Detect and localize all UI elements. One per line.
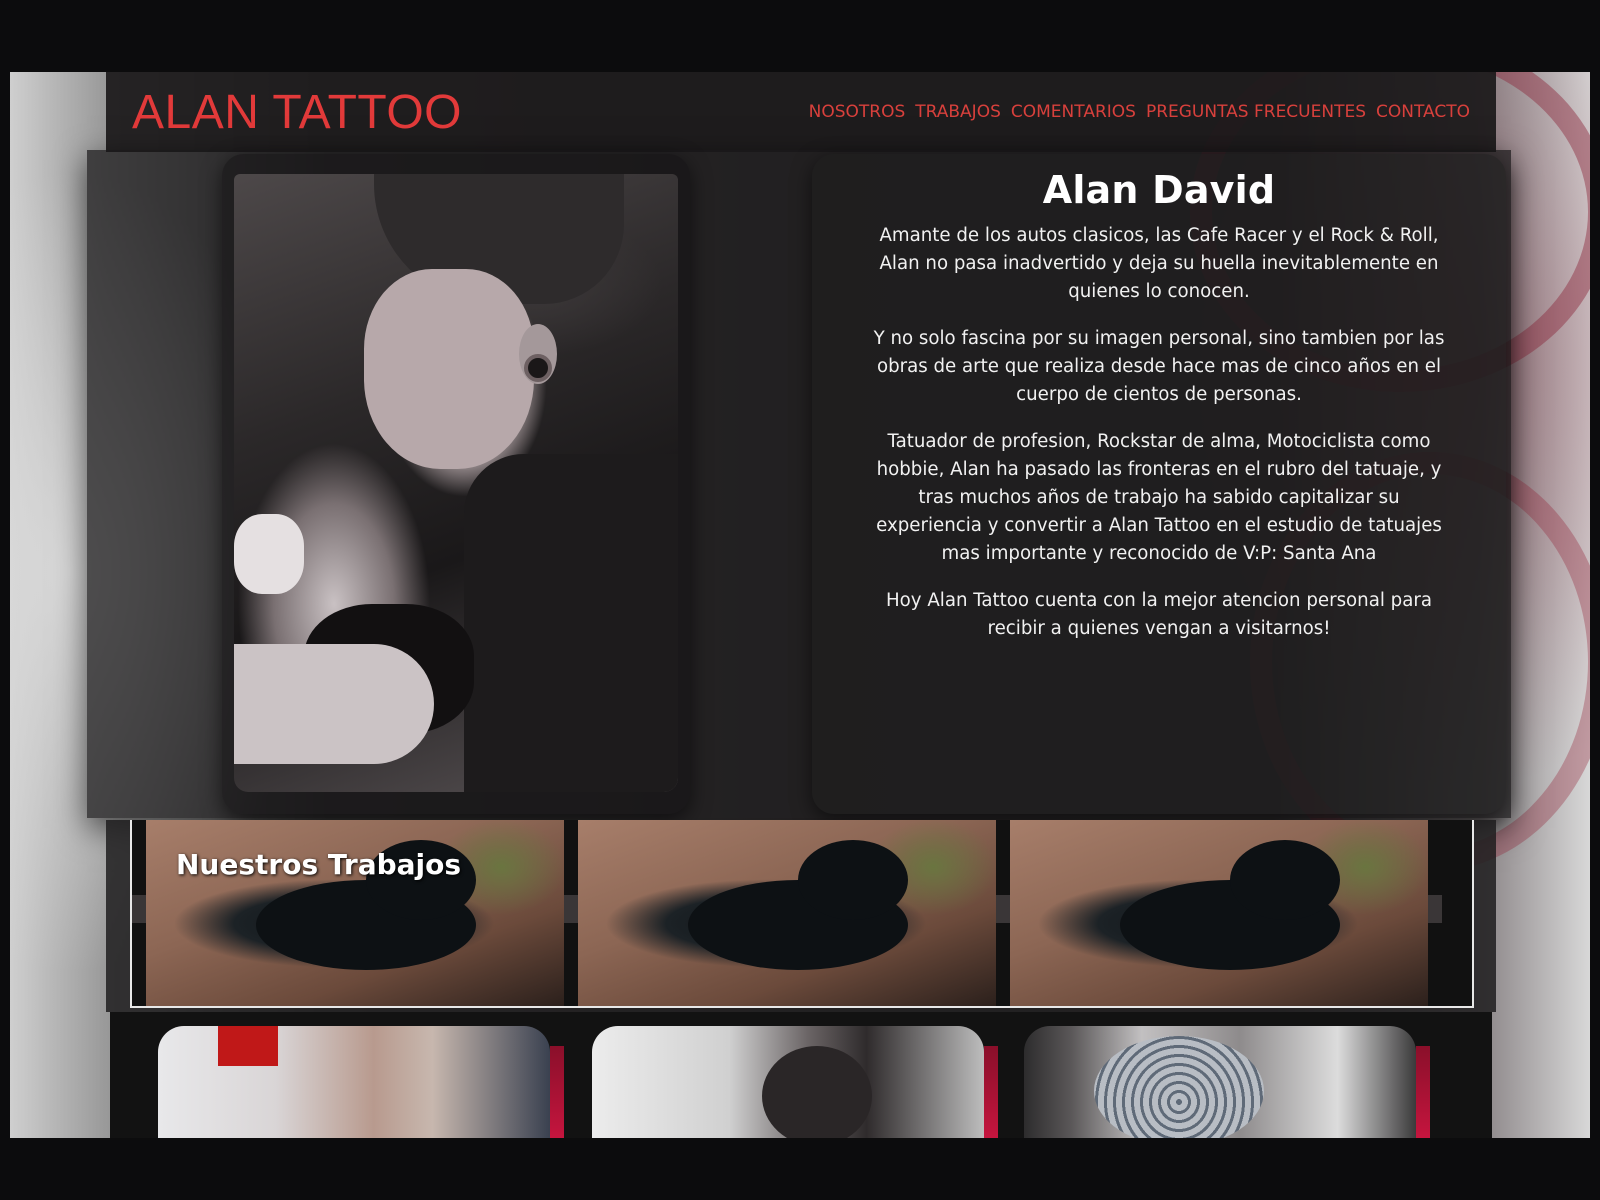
nav-trabajos[interactable]: TRABAJOS — [915, 102, 1001, 122]
works-carousel: Nuestros Trabajos — [106, 820, 1496, 1012]
gallery-image-detail — [1094, 1036, 1264, 1138]
photo-arm — [234, 644, 434, 764]
card-accent — [984, 1046, 998, 1138]
artist-photo-card — [222, 154, 690, 814]
carousel-slide[interactable] — [1010, 820, 1428, 1006]
gallery-card[interactable] — [158, 1026, 550, 1138]
main-nav: NOSOTROS TRABAJOS COMENTARIOS PREGUNTAS … — [809, 102, 1470, 122]
carousel-next-button[interactable] — [1428, 895, 1442, 923]
card-accent — [1416, 1046, 1430, 1138]
gallery-card[interactable] — [592, 1026, 984, 1138]
carousel-prev-button[interactable] — [132, 895, 146, 923]
page-viewport: ALAN TATTOO NOSOTROS TRABAJOS COMENTARIO… — [10, 72, 1590, 1138]
site-header: ALAN TATTOO NOSOTROS TRABAJOS COMENTARIO… — [106, 72, 1496, 152]
about-section: Alan David Amante de los autos clasicos,… — [87, 150, 1511, 818]
gallery-image-detail — [218, 1026, 278, 1066]
tattoo-art — [1230, 840, 1340, 920]
nav-nosotros[interactable]: NOSOTROS — [809, 102, 906, 122]
nav-comentarios[interactable]: COMENTARIOS — [1011, 102, 1136, 122]
card-accent — [550, 1046, 564, 1138]
bio-paragraph: Tatuador de profesion, Rockstar de alma,… — [876, 431, 1442, 564]
bio-paragraph: Hoy Alan Tattoo cuenta con la mejor aten… — [885, 590, 1432, 639]
photo-face — [364, 269, 534, 469]
carousel-divider — [996, 895, 1010, 923]
works-gallery — [110, 1012, 1492, 1138]
photo-earring — [524, 354, 552, 382]
artist-bio-card: Alan David Amante de los autos clasicos,… — [812, 154, 1506, 814]
bio-paragraph: Amante de los autos clasicos, las Cafe R… — [879, 225, 1439, 302]
carousel-divider — [564, 895, 578, 923]
site-logo[interactable]: ALAN TATTOO — [132, 85, 462, 140]
bio-paragraph: Y no solo fascina por su imagen personal… — [873, 328, 1445, 405]
nav-preguntas-frecuentes[interactable]: PREGUNTAS FRECUENTES — [1146, 102, 1366, 122]
nav-contacto[interactable]: CONTACTO — [1376, 102, 1470, 122]
carousel-title: Nuestros Trabajos — [176, 848, 462, 881]
carousel-slide[interactable] — [578, 820, 996, 1006]
tattoo-art — [798, 840, 908, 920]
artist-name: Alan David — [1042, 168, 1276, 212]
gallery-image-detail — [762, 1046, 872, 1138]
photo-paper-roll — [234, 514, 304, 594]
photo-shoulder — [464, 454, 678, 792]
gallery-card[interactable] — [1024, 1026, 1416, 1138]
artist-photo — [234, 174, 678, 792]
carousel-frame: Nuestros Trabajos — [130, 820, 1474, 1008]
